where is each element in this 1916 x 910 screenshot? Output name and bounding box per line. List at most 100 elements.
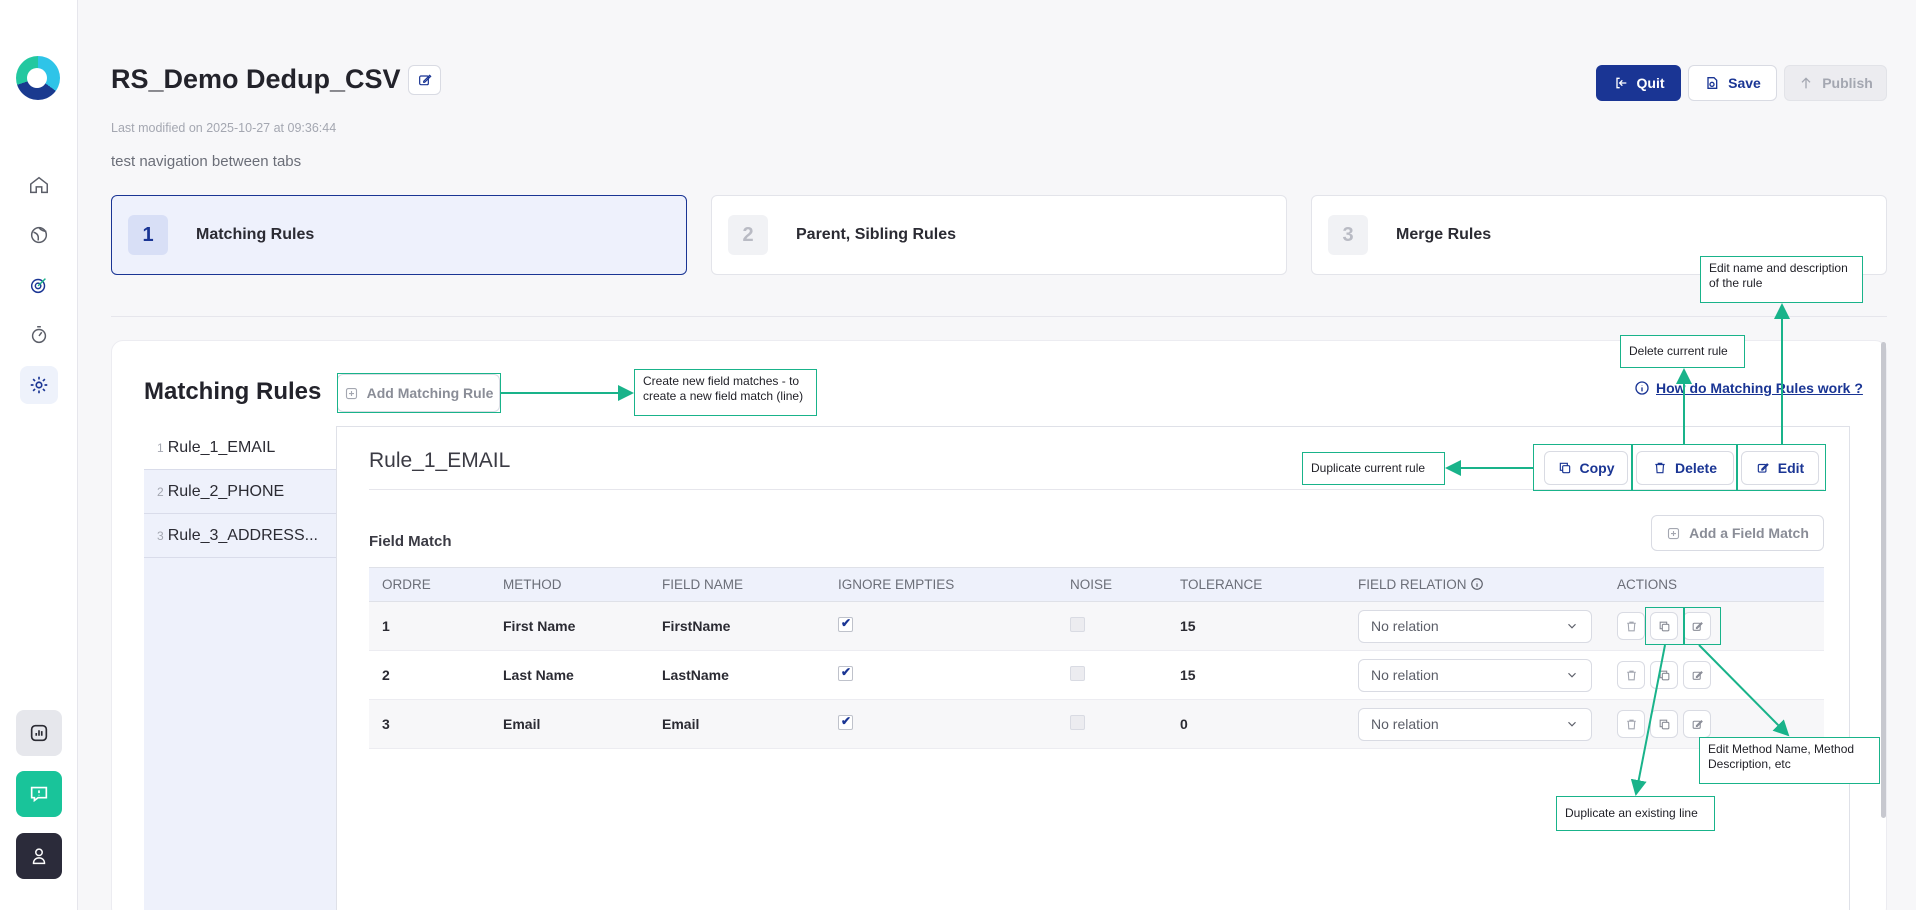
timer-icon[interactable] — [20, 316, 58, 354]
app-logo[interactable] — [16, 56, 60, 100]
delete-line-button[interactable] — [1617, 710, 1645, 738]
select-value: No relation — [1371, 618, 1439, 634]
arrow-up-icon — [1801, 77, 1811, 89]
annotation-delete-rule: Delete current rule — [1620, 335, 1745, 368]
noise-cell — [1057, 699, 1167, 749]
publish-button[interactable]: Publish — [1784, 65, 1887, 101]
tolerance-cell: 0 — [1167, 699, 1345, 749]
rule-list-item[interactable]: 2 Rule_2_PHONE — [144, 470, 336, 514]
ignore-empties-cell — [825, 699, 1057, 749]
exit-icon — [1615, 77, 1626, 89]
rule-number: 3 — [157, 528, 164, 543]
method-cell: Last Name — [490, 650, 649, 700]
help-chat-icon[interactable] — [16, 771, 62, 817]
save-icon — [1707, 77, 1718, 89]
step-parent-sibling-rules[interactable]: 2 Parent, Sibling Rules — [711, 195, 1287, 275]
annotation-highlight-divider — [1736, 444, 1738, 491]
field-relation-select[interactable]: No relation — [1358, 658, 1592, 692]
delete-line-button[interactable] — [1617, 661, 1645, 689]
ordre-cell: 2 — [369, 650, 490, 700]
noise-checkbox[interactable] — [1070, 617, 1085, 632]
trash-icon — [1626, 621, 1636, 631]
ignore-empties-cell — [825, 601, 1057, 651]
copy-icon — [1659, 719, 1669, 729]
info-icon[interactable] — [1470, 577, 1484, 591]
column-header: IGNORE EMPTIES — [825, 567, 1057, 602]
scrollbar[interactable] — [1881, 342, 1886, 818]
step-label: Merge Rules — [1396, 226, 1492, 243]
annotation-highlight — [337, 373, 501, 413]
help-link-label: How do Matching Rules work ? — [1656, 380, 1863, 396]
annotation-highlight-divider — [1631, 444, 1633, 491]
field-relation-cell: No relation — [1345, 650, 1604, 700]
user-avatar-icon[interactable] — [16, 833, 62, 879]
ordre-cell: 1 — [369, 601, 490, 651]
column-header: ORDRE — [369, 567, 490, 602]
noise-checkbox[interactable] — [1070, 715, 1085, 730]
table-row: 1First NameFirstName 15 No relation — [369, 601, 1824, 651]
field-name-cell: LastName — [649, 650, 825, 700]
tolerance-cell: 15 — [1167, 601, 1345, 651]
step-label: Parent, Sibling Rules — [796, 226, 957, 243]
step-number: 3 — [1328, 215, 1368, 255]
rule-list-item[interactable]: 3 Rule_3_ADDRESS... — [144, 514, 336, 558]
ignore-empties-checkbox[interactable] — [838, 616, 853, 632]
add-field-match-label: Add a Field Match — [1689, 525, 1809, 541]
column-header: METHOD — [490, 567, 649, 602]
page-title: RS_Demo Dedup_CSV — [111, 64, 401, 94]
field-name-cell: FirstName — [649, 601, 825, 651]
rule-name: Rule_1_EMAIL — [167, 438, 276, 456]
column-header: ACTIONS — [1604, 567, 1824, 602]
ordre-cell: 3 — [369, 699, 490, 749]
field-match-title: Field Match — [369, 533, 452, 550]
matching-rules-help-link[interactable]: How do Matching Rules work ? — [1634, 380, 1863, 396]
save-button[interactable]: Save — [1688, 65, 1777, 101]
info-icon — [1635, 381, 1649, 395]
field-relation-select[interactable]: No relation — [1358, 609, 1592, 643]
target-icon[interactable] — [20, 266, 58, 304]
column-header: TOLERANCE — [1167, 567, 1345, 602]
edit-icon — [1692, 719, 1703, 729]
duplicate-line-button[interactable] — [1650, 710, 1678, 738]
rule-list-item[interactable]: 1 Rule_1_EMAIL — [144, 426, 336, 470]
step-number: 2 — [728, 215, 768, 255]
quit-button[interactable]: Quit — [1596, 65, 1681, 101]
add-field-match-button[interactable]: Add a Field Match — [1651, 515, 1824, 551]
annotation-edit-method: Edit Method Name, Method Description, et… — [1699, 737, 1880, 784]
chevron-down-icon — [1568, 672, 1576, 678]
delete-line-button[interactable] — [1617, 612, 1645, 640]
edit-icon — [418, 74, 432, 86]
analytics-icon[interactable] — [16, 710, 62, 756]
sidebar — [0, 0, 78, 910]
step-matching-rules[interactable]: 1 Matching Rules — [111, 195, 687, 275]
duplicate-line-button[interactable] — [1650, 661, 1678, 689]
ignore-empties-cell — [825, 650, 1057, 700]
rule-name: Rule_3_ADDRESS... — [167, 526, 318, 544]
annotation-highlight-divider — [1683, 607, 1685, 645]
page-description: test navigation between tabs — [111, 153, 302, 170]
annotation-duplicate-rule: Duplicate current rule — [1302, 452, 1445, 485]
field-relation-cell: No relation — [1345, 699, 1604, 749]
edit-title-button[interactable] — [408, 65, 441, 95]
select-value: No relation — [1371, 667, 1439, 683]
ignore-empties-checkbox[interactable] — [838, 665, 853, 681]
home-icon[interactable] — [20, 166, 58, 204]
column-header: FIELD NAME — [649, 567, 825, 602]
current-rule-name: Rule_1_EMAIL — [369, 449, 511, 472]
rule-name: Rule_2_PHONE — [167, 482, 285, 500]
table-row: 3EmailEmail0No relation — [369, 699, 1824, 749]
chevron-down-icon — [1568, 721, 1576, 727]
edit-line-button[interactable] — [1683, 710, 1711, 738]
column-header: NOISE — [1057, 567, 1167, 602]
annotation-highlight — [1533, 444, 1826, 491]
ignore-empties-checkbox[interactable] — [838, 714, 853, 730]
globe-icon[interactable] — [20, 216, 58, 254]
field-relation-select[interactable]: No relation — [1358, 707, 1592, 741]
noise-checkbox[interactable] — [1070, 666, 1085, 681]
noise-cell — [1057, 601, 1167, 651]
divider — [111, 316, 1887, 317]
edit-line-button[interactable] — [1683, 661, 1711, 689]
settings-icon[interactable] — [20, 366, 58, 404]
column-header-label: FIELD RELATION — [1358, 577, 1467, 592]
field-match-table: ORDRE METHOD FIELD NAME IGNORE EMPTIES N… — [369, 567, 1824, 749]
